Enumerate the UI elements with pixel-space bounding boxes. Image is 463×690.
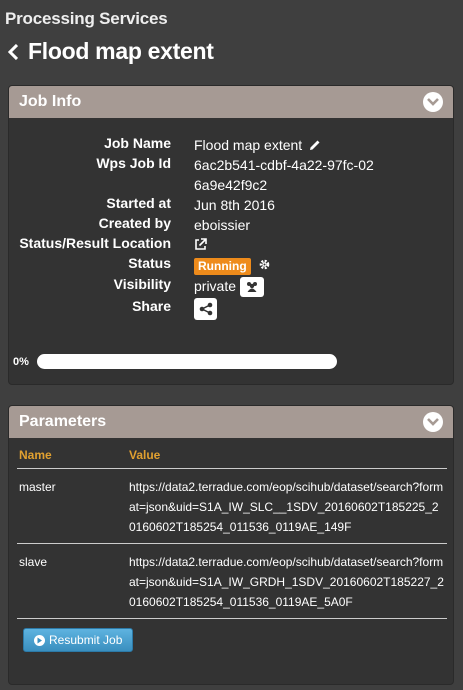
param-name: slave	[17, 543, 127, 619]
external-link-icon[interactable]	[194, 236, 207, 256]
wps-job-id-value: 6ac2b541-cdbf-4a22-97fc-026a9e42f9c2	[194, 157, 374, 193]
job-info-header[interactable]: Job Info	[9, 86, 453, 118]
users-icon[interactable]	[239, 277, 264, 298]
started-at-value: Jun 8th 2016	[194, 197, 275, 213]
job-info-panel: Job Info Job Name Flood map extent Wps J…	[8, 85, 454, 385]
param-value: https://data2.terradue.com/eop/scihub/da…	[127, 543, 447, 619]
chevron-down-icon[interactable]	[423, 92, 443, 112]
chevron-down-icon[interactable]	[423, 412, 443, 432]
pencil-icon[interactable]	[309, 136, 321, 156]
wps-job-id-label: Wps Job Id	[96, 155, 171, 171]
back-link[interactable]: Flood map extent	[8, 38, 214, 65]
created-by-label: Created by	[98, 215, 171, 231]
parameters-table: Name Value master https://data2.terradue…	[17, 442, 447, 619]
started-at-label: Started at	[106, 195, 171, 211]
table-row: master https://data2.terradue.com/eop/sc…	[17, 468, 447, 544]
status-location-value	[194, 235, 374, 256]
job-name-label: Job Name	[104, 135, 171, 151]
param-value: https://data2.terradue.com/eop/scihub/da…	[127, 468, 447, 544]
column-header-name: Name	[17, 442, 127, 469]
progress-row: 0%	[13, 354, 337, 369]
job-name-value: Flood map extent	[194, 137, 303, 153]
status-badge: Running	[194, 258, 251, 275]
visibility-label: Visibility	[113, 276, 171, 292]
param-name: master	[17, 468, 127, 544]
app-section-title: Processing Services	[5, 9, 168, 28]
progress-bar	[37, 354, 337, 369]
status-label: Status	[128, 255, 171, 271]
share-icon[interactable]	[194, 298, 217, 321]
created-by-value: eboissier	[194, 217, 251, 233]
resubmit-job-button[interactable]: Resubmit Job	[23, 628, 134, 652]
column-header-value: Value	[127, 442, 447, 469]
visibility-value: private	[194, 276, 374, 298]
share-value	[194, 298, 374, 321]
parameters-panel: Parameters Name Value master https://dat…	[8, 405, 454, 685]
status-value: Running	[194, 255, 374, 276]
visibility-text: private	[194, 278, 237, 294]
status-location-label: Status/Result Location	[19, 235, 171, 251]
parameters-header[interactable]: Parameters	[9, 406, 453, 438]
parameters-title: Parameters	[19, 413, 107, 430]
resubmit-job-label: Resubmit Job	[49, 633, 123, 647]
job-info-title: Job Info	[19, 93, 82, 110]
share-label: Share	[132, 298, 171, 314]
table-row: slave https://data2.terradue.com/eop/sci…	[17, 543, 447, 619]
chevron-left-icon[interactable]	[8, 39, 22, 65]
page-title: Flood map extent	[28, 38, 214, 64]
gear-icon[interactable]	[258, 256, 271, 276]
play-circle-icon	[34, 634, 45, 646]
job-name-value-wrap: Flood map extent	[194, 135, 374, 156]
progress-label: 0%	[13, 355, 29, 368]
table-header-row: Name Value	[17, 442, 447, 469]
